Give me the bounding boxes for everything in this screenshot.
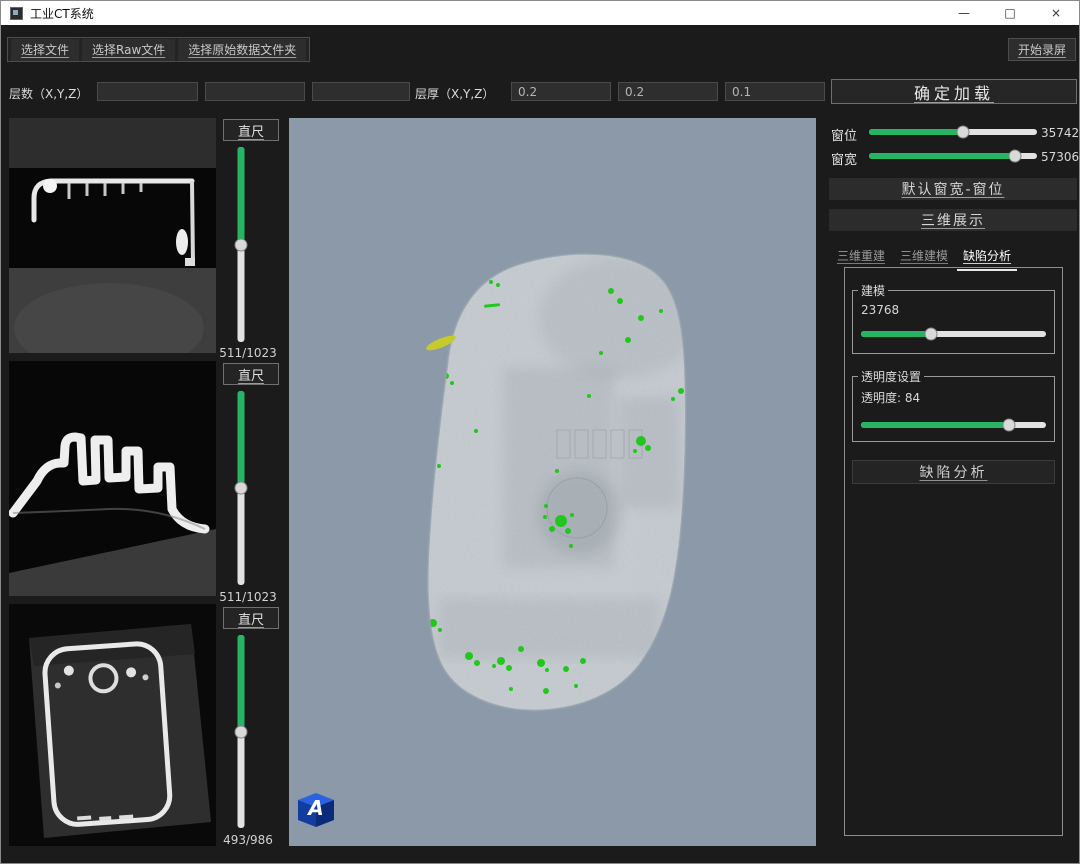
slice-position-value-1: 511/1023	[215, 346, 281, 360]
modeling-threshold-slider[interactable]	[861, 327, 1046, 341]
slider-handle[interactable]	[235, 482, 248, 495]
select-raw-file-button[interactable]: 选择Raw文件	[82, 39, 175, 61]
cad-engine-logo-icon: A	[297, 792, 335, 828]
transparency-groupbox: 透明度设置 透明度: 84	[852, 368, 1055, 442]
display-3d-button[interactable]: 三维展示	[829, 209, 1077, 231]
window-level-slider[interactable]	[869, 125, 1037, 139]
layers-label: 层数（X,Y,Z）	[9, 85, 88, 102]
window-level-value: 35742	[1041, 126, 1079, 140]
slider-fill	[869, 153, 1015, 159]
thickness-z-input[interactable]	[725, 82, 825, 101]
slider-fill	[861, 422, 1009, 428]
slider-fill	[238, 391, 245, 488]
start-recording-button[interactable]: 开始录屏	[1008, 38, 1076, 61]
default-window-button[interactable]: 默认窗宽-窗位	[829, 178, 1077, 200]
slice-position-value-3: 493/986	[215, 833, 281, 847]
window-level-label: 窗位	[831, 125, 857, 144]
slider-handle[interactable]	[235, 725, 248, 738]
slice-slider-1[interactable]	[231, 147, 251, 342]
slider-handle[interactable]	[1009, 150, 1022, 163]
slider-handle[interactable]	[235, 238, 248, 251]
select-file-button[interactable]: 选择文件	[11, 39, 79, 61]
ct-slice-view-3[interactable]	[9, 604, 216, 846]
ct-slice-image-3	[9, 604, 216, 846]
window-title: 工业CT系统	[30, 5, 94, 22]
slider-fill	[238, 147, 245, 245]
ruler-label-2: 直尺	[223, 363, 279, 385]
transparency-value-label: 透明度: 84	[861, 389, 1054, 406]
window-width-label: 窗宽	[831, 149, 857, 168]
titlebar: 工业CT系统 — □ ×	[1, 1, 1079, 25]
ruler-label-3: 直尺	[223, 607, 279, 629]
slider-fill	[238, 635, 245, 732]
file-button-group: 选择文件 选择Raw文件 选择原始数据文件夹	[7, 37, 310, 62]
slice-slider-2[interactable]	[231, 391, 251, 585]
slider-handle[interactable]	[1003, 419, 1016, 432]
minimize-icon[interactable]: —	[941, 1, 987, 25]
modeling-threshold-value: 23768	[861, 303, 1054, 317]
transparency-legend: 透明度设置	[858, 368, 924, 385]
transparency-slider[interactable]	[861, 418, 1046, 432]
thickness-x-input[interactable]	[511, 82, 611, 101]
defect-analysis-button[interactable]: 缺陷分析	[852, 460, 1055, 484]
thickness-y-input[interactable]	[618, 82, 718, 101]
slider-handle[interactable]	[925, 328, 938, 341]
slider-fill	[869, 129, 963, 135]
window-controls: — □ ×	[941, 1, 1079, 25]
ct-slice-image-1	[9, 118, 216, 353]
modeling-groupbox: 建模 23768	[852, 282, 1055, 354]
slider-handle[interactable]	[957, 126, 970, 139]
slider-fill	[861, 331, 931, 337]
modeling-legend: 建模	[858, 282, 888, 299]
ct-slice-image-2	[9, 361, 216, 596]
window-width-value: 57306	[1041, 150, 1079, 164]
window-width-slider[interactable]	[869, 149, 1037, 163]
ct-slice-view-1[interactable]	[9, 118, 216, 353]
slice-position-value-2: 511/1023	[215, 590, 281, 604]
layers-z-input[interactable]	[312, 82, 410, 101]
layers-y-input[interactable]	[205, 82, 305, 101]
confirm-load-button[interactable]: 确定加载	[831, 79, 1077, 104]
ruler-label-1: 直尺	[223, 119, 279, 141]
app-icon	[10, 7, 23, 20]
slice-slider-3[interactable]	[231, 635, 251, 828]
maximize-icon[interactable]: □	[987, 1, 1033, 25]
3d-render-view[interactable]: A	[289, 118, 816, 846]
3d-reconstruction-image	[289, 118, 816, 846]
select-data-folder-button[interactable]: 选择原始数据文件夹	[178, 39, 306, 61]
layers-x-input[interactable]	[97, 82, 198, 101]
close-icon[interactable]: ×	[1033, 1, 1079, 25]
ct-slice-view-2[interactable]	[9, 361, 216, 596]
thickness-label: 层厚（X,Y,Z）	[415, 85, 494, 102]
logo-letter: A	[297, 796, 335, 820]
